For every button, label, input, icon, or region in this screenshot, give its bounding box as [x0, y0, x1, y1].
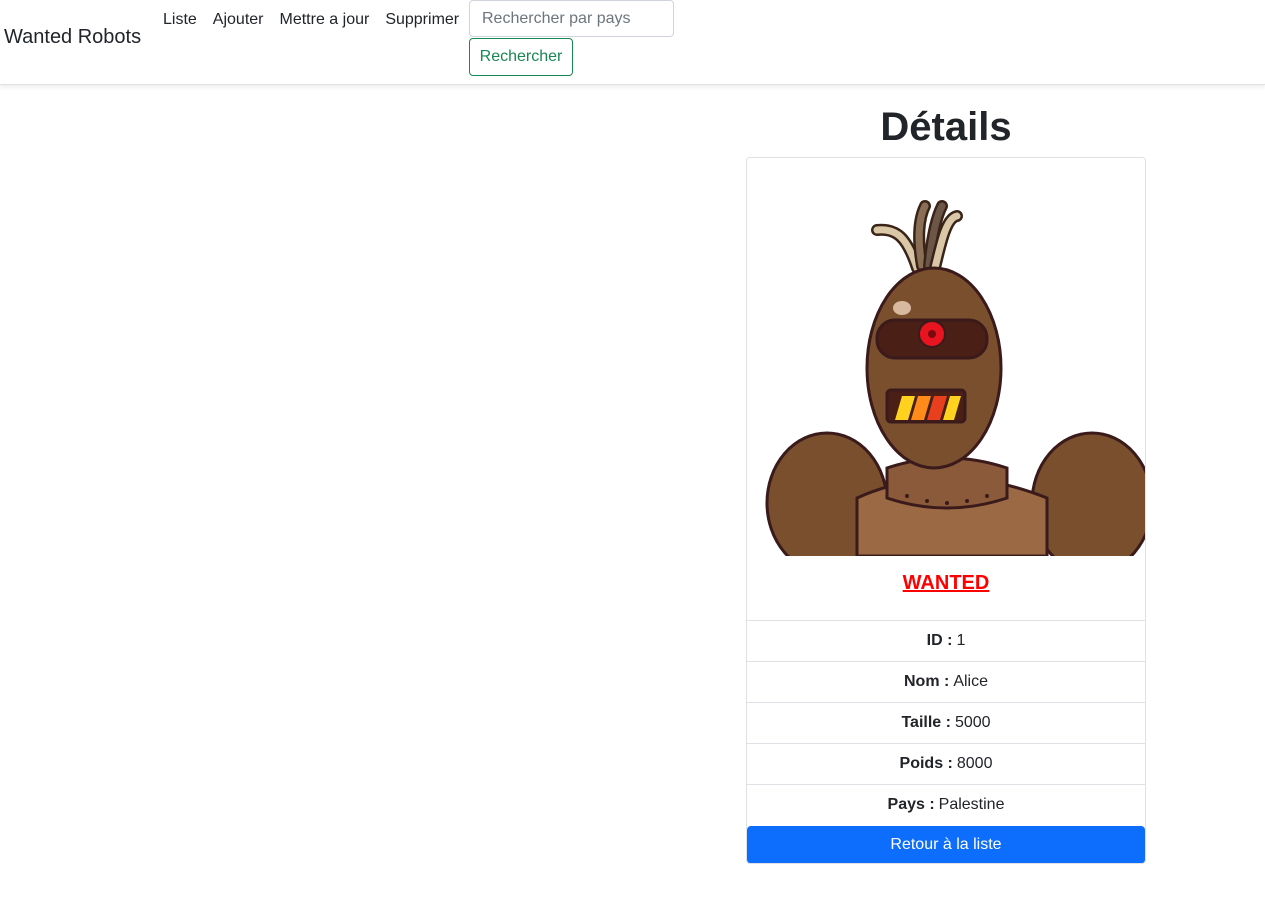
detail-id-value: 1 — [956, 632, 966, 649]
back-to-list-button[interactable]: Retour à la liste — [747, 826, 1145, 863]
detail-poids: Poids : 8000 — [747, 743, 1145, 784]
nav-link-ajouter[interactable]: Ajouter — [213, 10, 264, 30]
nav-link-liste[interactable]: Liste — [163, 10, 197, 30]
nav-link-supprimer[interactable]: Supprimer — [385, 10, 459, 30]
search-button[interactable]: Rechercher — [469, 38, 573, 76]
nav-links: Liste Ajouter Mettre a jour Supprimer — [163, 10, 475, 30]
page-title: Détails — [880, 105, 1012, 149]
detail-nom-value: Alice — [953, 673, 988, 690]
detail-nom: Nom : Alice — [747, 661, 1145, 702]
detail-id-label: ID : — [926, 632, 953, 649]
detail-taille-label: Taille : — [901, 714, 951, 731]
detail-id: ID : 1 — [747, 620, 1145, 661]
detail-poids-value: 8000 — [956, 755, 993, 772]
detail-taille-value: 5000 — [954, 714, 991, 731]
detail-nom-label: Nom : — [903, 673, 950, 690]
nav-link-mettre-a-jour[interactable]: Mettre a jour — [280, 10, 370, 30]
navbar: Wanted Robots Liste Ajouter Mettre a jou… — [0, 0, 1265, 85]
wanted-label: WANTED — [902, 572, 990, 594]
detail-pays: Pays : Palestine — [747, 784, 1145, 825]
detail-pays-value: Palestine — [938, 796, 1005, 813]
robot-card: WANTED ID : 1 Nom : Alice Taille : 5000 … — [746, 157, 1146, 864]
detail-poids-label: Poids : — [899, 755, 953, 772]
detail-taille: Taille : 5000 — [747, 702, 1145, 743]
details-list: ID : 1 Nom : Alice Taille : 5000 Poids :… — [747, 620, 1145, 825]
search-input[interactable] — [469, 0, 674, 37]
brand-link[interactable]: Wanted Robots — [4, 26, 141, 49]
detail-pays-label: Pays : — [887, 796, 935, 813]
robot-image — [747, 158, 1145, 556]
